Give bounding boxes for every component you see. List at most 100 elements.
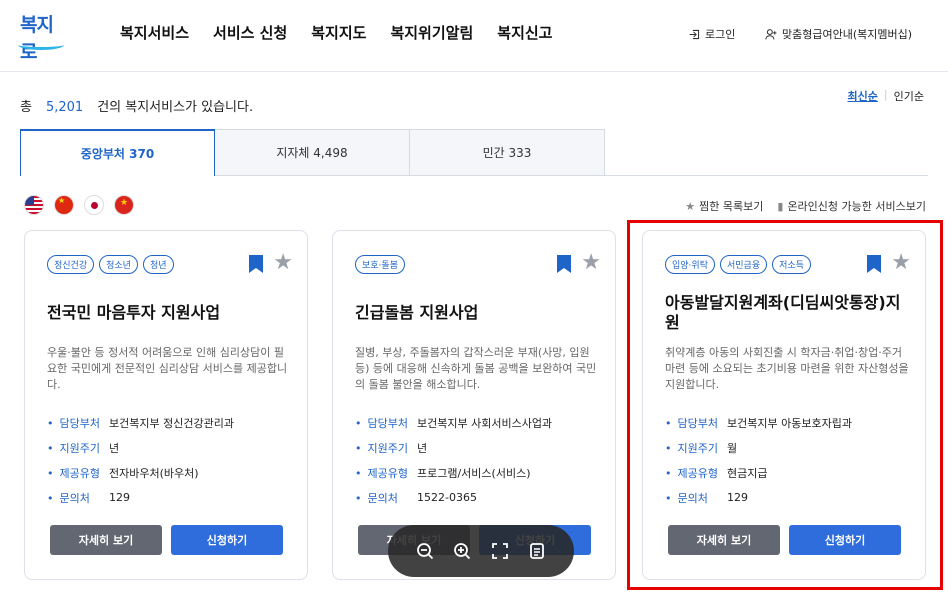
nav-item-welfare-report[interactable]: 복지신고 [497,22,552,43]
info-value-dept: 보건복지부 정신건강관리과 [109,416,234,430]
info-value-cycle: 월 [727,441,738,455]
zoom-in-button[interactable] [451,540,473,562]
card-tag[interactable]: 서민금융 [719,255,768,274]
bookmark-icon: ▮ [777,200,784,213]
sort-divider: | [883,88,888,101]
service-card: 정신건강 청소년 청년 ★ 전국민 마음투자 지원사업 우울·불안 등 정서적 … [24,230,308,580]
apply-button[interactable]: 신청하기 [171,525,283,555]
zoom-toolbar [388,525,574,577]
online-apply-filter[interactable]: ▮ 온라인신청 가능한 서비스보기 [777,198,926,214]
info-value-dept: 보건복지부 아동보호자립과 [727,416,852,430]
star-icon[interactable]: ★ [891,250,911,275]
card-title[interactable]: 전국민 마음투자 지원사업 [47,303,293,323]
info-label-type: 제공유형 [47,465,109,481]
star-icon[interactable]: ★ [581,250,601,275]
sort-options: 최신순 | 인기순 [848,88,924,104]
info-label-cycle: 지원주기 [47,440,109,456]
card-title[interactable]: 아동발달지원계좌(디딤씨앗통장)지원 [665,293,911,333]
info-label-contact: 문의처 [47,490,109,506]
tab-central-ministry[interactable]: 중앙부처 370 [20,129,215,176]
logo-swoosh [18,40,64,50]
result-summary: 총 5,201 건의 복지서비스가 있습니다. [20,96,253,115]
card-tag[interactable]: 저소득 [772,255,811,274]
info-label-cycle: 지원주기 [665,440,727,456]
card-description: 우울·불안 등 정서적 어려움으로 인해 심리상담이 필요한 국민에게 전문적인… [47,346,288,391]
info-label-type: 제공유형 [355,465,417,481]
login-label: 로그인 [705,28,736,41]
card-info: 담당부처보건복지부 사회서비스사업과 지원주기년 제공유형프로그램/서비스(서비… [355,410,553,510]
main-nav: 복지서비스 서비스 신청 복지지도 복지위기알림 복지신고 [120,22,552,43]
document-view-button[interactable] [526,540,548,562]
star-icon: ★ [685,200,696,213]
login-icon [689,29,700,39]
info-label-dept: 담당부처 [47,415,109,431]
card-description: 취약계층 아동의 사회진출 시 학자금·취업·창업·주거마련 등에 소요되는 초… [665,346,909,391]
info-label-type: 제공유형 [665,465,727,481]
category-tabs: 중앙부처 370 지자체 4,498 민간 333 [20,129,605,176]
login-link[interactable]: 로그인 [688,26,735,42]
info-label-dept: 담당부처 [665,415,727,431]
service-card: 입양·위탁 서민금융 저소득 ★ 아동발달지원계좌(디딤씨앗통장)지원 취약계층… [642,230,926,580]
star-icon[interactable]: ★ [273,250,293,275]
tabs-divider [215,175,928,176]
info-value-contact: 1522-0365 [417,491,477,504]
bookmark-icon[interactable] [557,255,571,273]
info-label-cycle: 지원주기 [355,440,417,456]
info-value-contact: 129 [727,491,748,504]
list-filters: ★ 찜한 목록보기 ▮ 온라인신청 가능한 서비스보기 [685,198,926,214]
zoom-in-icon [454,543,471,560]
fit-screen-button[interactable] [489,540,511,562]
card-tag[interactable]: 입양·위탁 [665,255,715,274]
user-plus-icon [765,28,777,39]
info-label-contact: 문의처 [665,490,727,506]
sort-popular[interactable]: 인기순 [894,88,924,104]
card-tag[interactable]: 정신건강 [47,255,95,274]
fit-screen-icon [491,543,508,559]
card-title[interactable]: 긴급돌봄 지원사업 [355,303,601,323]
zoom-out-button[interactable] [414,540,436,562]
info-label-contact: 문의처 [355,490,417,506]
language-flags [24,195,134,215]
nav-item-welfare-map[interactable]: 복지지도 [311,22,366,43]
cn-flag-icon[interactable] [54,195,74,215]
membership-link[interactable]: 맞춤형급여안내(복지멤버십) [765,26,912,42]
card-tag[interactable]: 청소년 [99,255,138,274]
info-label-dept: 담당부처 [355,415,417,431]
vn-flag-icon[interactable] [114,195,134,215]
site-header: 복지로 복지서비스 서비스 신청 복지지도 복지위기알림 복지신고 로그인 맞춤… [0,0,948,72]
card-tag[interactable]: 보호·돌봄 [355,255,405,274]
card-tag[interactable]: 청년 [142,255,174,274]
bookmark-icon[interactable] [867,255,881,273]
detail-button[interactable]: 자세히 보기 [668,525,780,555]
info-value-cycle: 년 [109,441,120,455]
tab-local-government[interactable]: 지자체 4,498 [215,129,410,176]
card-tags: 입양·위탁 서민금융 저소득 [665,255,811,274]
card-info: 담당부처보건복지부 아동보호자립과 지원주기월 제공유형현금지급 문의처129 [665,410,852,510]
favorites-filter-label: 찜한 목록보기 [699,200,764,213]
summary-prefix: 총 [20,100,32,115]
site-logo[interactable]: 복지로 [18,10,66,63]
online-filter-label: 온라인신청 가능한 서비스보기 [787,200,926,213]
info-value-type: 현금지급 [727,466,768,480]
us-flag-icon[interactable] [24,195,44,215]
info-value-dept: 보건복지부 사회서비스사업과 [417,416,553,430]
detail-button[interactable]: 자세히 보기 [50,525,162,555]
card-tags: 보호·돌봄 [355,255,405,274]
logo-text: 복지로 [20,14,54,63]
nav-item-crisis-alert[interactable]: 복지위기알림 [390,22,473,43]
document-icon [530,543,545,559]
bookmark-icon[interactable] [249,255,263,273]
info-value-type: 전자바우처(바우처) [109,466,199,480]
card-tags: 정신건강 청소년 청년 [47,255,174,274]
zoom-out-icon [416,543,433,560]
info-value-type: 프로그램/서비스(서비스) [417,466,531,480]
nav-item-welfare-services[interactable]: 복지서비스 [120,22,189,43]
sort-latest[interactable]: 최신순 [848,88,878,104]
membership-label: 맞춤형급여안내(복지멤버십) [782,28,913,41]
card-description: 질병, 부상, 주돌봄자의 갑작스러운 부재(사망, 입원 등) 등에 대응해 … [355,346,597,391]
jp-flag-icon[interactable] [84,195,104,215]
nav-item-service-apply[interactable]: 서비스 신청 [213,22,287,43]
apply-button[interactable]: 신청하기 [789,525,901,555]
favorites-filter[interactable]: ★ 찜한 목록보기 [685,198,763,214]
tab-private[interactable]: 민간 333 [410,129,605,176]
